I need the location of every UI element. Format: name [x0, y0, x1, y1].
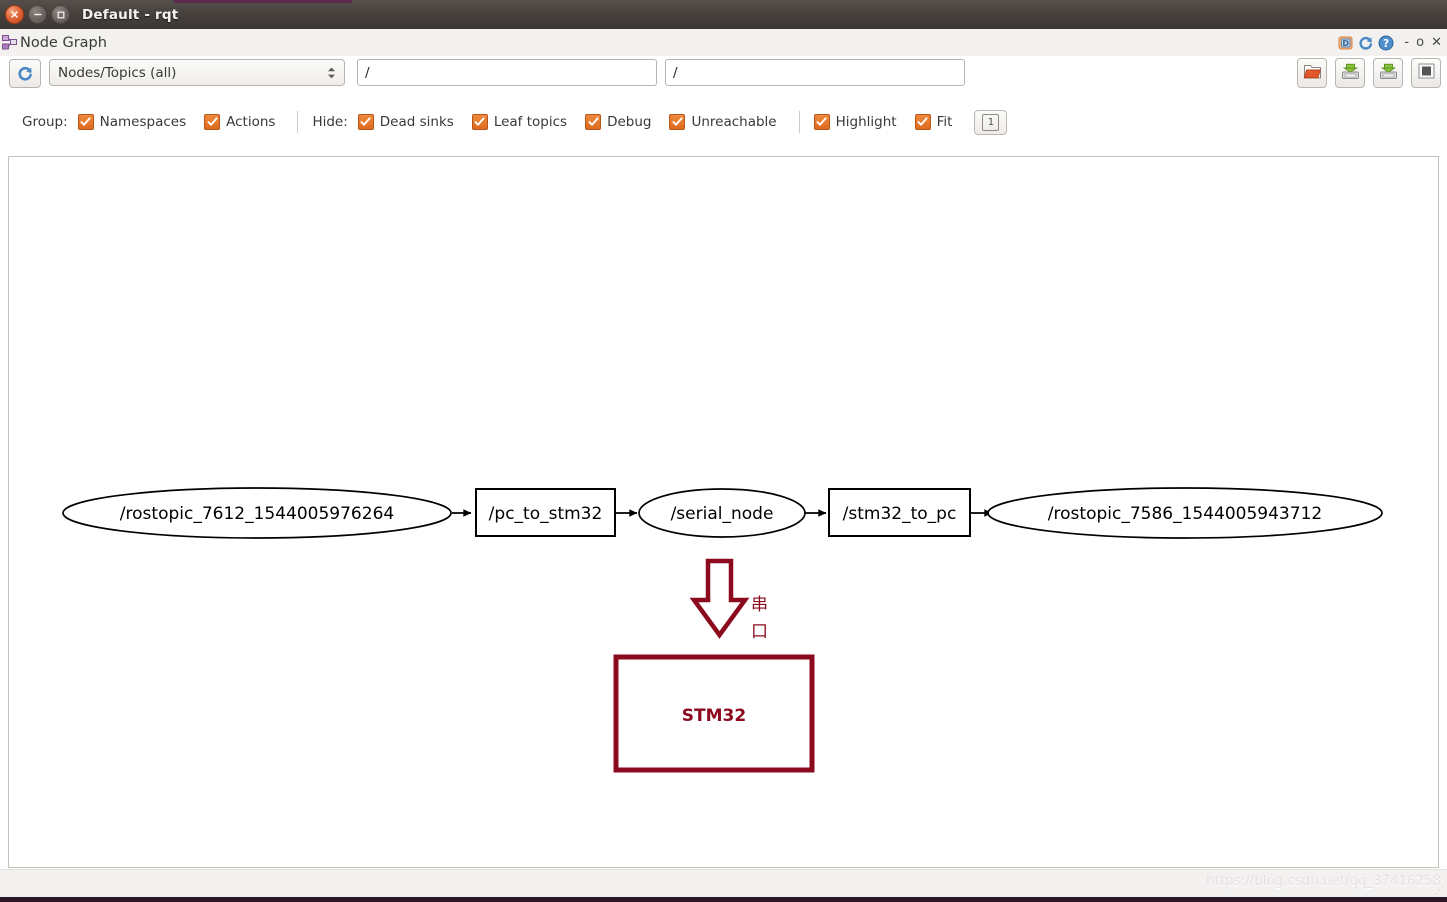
checkbox-dead-sinks[interactable]: Dead sinks: [357, 114, 454, 130]
checkbox-debug-label: Debug: [607, 114, 652, 130]
refresh-graph-button[interactable]: [9, 59, 41, 88]
checkbox-fit-label: Fit: [936, 114, 953, 130]
node-graph-canvas[interactable]: /rostopic_7612_1544005976264 /pc_to_stm3…: [8, 156, 1439, 868]
dock-system-buttons: - o ✕: [1404, 35, 1442, 50]
serial-port-label-line-2: 口: [751, 622, 768, 642]
topic-filter-input[interactable]: /: [665, 59, 965, 86]
graph-node-rostopic-pub[interactable]: /rostopic_7612_1544005976264: [62, 487, 452, 539]
checkbox-actions[interactable]: Actions: [204, 114, 275, 130]
checkbox-leaf-topics[interactable]: Leaf topics: [471, 114, 568, 130]
load-dot-button[interactable]: [1297, 58, 1327, 88]
hide-label: Hide:: [312, 114, 348, 130]
dock-buttons: D ? - o ✕: [1337, 29, 1444, 56]
desktop-bottom-bar: [0, 897, 1447, 902]
dock-maximize-button[interactable]: o: [1416, 35, 1424, 50]
open-folder-icon: [1303, 63, 1322, 84]
node-graph-icon: [1, 34, 18, 51]
window-close-button[interactable]: [5, 5, 24, 24]
dock-title-group: Node Graph: [1, 34, 107, 51]
serial-port-label-line-1: 串: [751, 595, 768, 615]
dock-widget-titlebar: Node Graph D ? - o ✕: [0, 29, 1447, 56]
watermark-text: https://blog.csdn.net/qq_37416258: [1206, 874, 1441, 889]
save-dot-icon: [1341, 63, 1360, 84]
window-minimize-button[interactable]: [28, 5, 47, 24]
graph-node-label: /stm32_to_pc: [843, 504, 957, 524]
square-stop-icon: [1418, 63, 1435, 83]
stm32-device-box: STM32: [613, 654, 815, 773]
checkbox-unreachable-label: Unreachable: [691, 114, 777, 130]
save-dot-button[interactable]: [1335, 58, 1365, 88]
checkbox-actions-label: Actions: [226, 114, 276, 130]
checkbox-checked-icon: [585, 114, 602, 130]
checkbox-highlight-label: Highlight: [835, 114, 897, 130]
checkbox-checked-icon: [813, 114, 830, 130]
svg-text:?: ?: [1383, 37, 1389, 49]
stm32-device-label: STM32: [682, 706, 746, 726]
zoom-reset-label: 1: [982, 113, 1000, 131]
checkbox-namespaces[interactable]: Namespaces: [77, 114, 187, 130]
checkbox-unreachable[interactable]: Unreachable: [669, 114, 777, 130]
group-label: Group:: [22, 114, 68, 130]
window-title: Default - rqt: [82, 6, 179, 23]
graph-mode-combobox[interactable]: Nodes/Topics (all): [49, 59, 345, 86]
window-titlebar: Default - rqt: [0, 0, 1447, 29]
checkbox-leaf-topics-label: Leaf topics: [493, 114, 568, 130]
graph-node-pc-to-stm32[interactable]: /pc_to_stm32: [475, 488, 616, 537]
checkbox-checked-icon: [669, 114, 686, 130]
namespace-filter-input[interactable]: /: [357, 59, 657, 86]
checkbox-checked-icon: [914, 114, 931, 130]
window-maximize-button[interactable]: [51, 5, 70, 24]
dock-help-icon[interactable]: ?: [1377, 34, 1394, 51]
serial-port-arrow: [689, 558, 750, 639]
graph-node-rostopic-sub[interactable]: /rostopic_7586_1544005943712: [987, 487, 1383, 539]
filter-divider-1: [297, 111, 299, 133]
checkbox-checked-icon: [77, 114, 94, 130]
graph-node-label: /pc_to_stm32: [489, 504, 603, 524]
graph-node-label: /rostopic_7586_1544005943712: [1048, 504, 1322, 524]
dock-close-button[interactable]: ✕: [1431, 35, 1442, 50]
checkbox-checked-icon: [204, 114, 221, 130]
filter-divider-2: [798, 111, 800, 133]
dock-minimize-button[interactable]: -: [1404, 35, 1409, 50]
toolbar-action-buttons: [1297, 58, 1441, 88]
checkbox-debug[interactable]: Debug: [585, 114, 651, 130]
serial-port-annotation-label: 串 口: [751, 595, 768, 642]
window-controls: [5, 5, 70, 24]
checkbox-checked-icon: [357, 114, 374, 130]
checkbox-dead-sinks-label: Dead sinks: [379, 114, 454, 130]
checkbox-fit[interactable]: Fit: [914, 114, 953, 130]
dock-detach-icon[interactable]: D: [1337, 34, 1354, 51]
checkbox-highlight[interactable]: Highlight: [813, 114, 897, 130]
graph-mode-value: Nodes/Topics (all): [58, 64, 177, 81]
graph-node-serial-node[interactable]: /serial_node: [638, 488, 806, 538]
checkbox-checked-icon: [471, 114, 488, 130]
save-image-icon: [1379, 63, 1398, 84]
svg-text:D: D: [1342, 39, 1349, 48]
graph-svg: /rostopic_7612_1544005976264 /pc_to_stm3…: [62, 487, 1383, 773]
checkbox-namespaces-label: Namespaces: [99, 114, 187, 130]
dock-title-label: Node Graph: [20, 34, 107, 51]
filter-options-row: Group: Namespaces Actions Hide: Dead sin…: [0, 108, 1447, 136]
dock-refresh-icon[interactable]: [1357, 34, 1374, 51]
save-image-button[interactable]: [1373, 58, 1403, 88]
graph-node-label: /serial_node: [671, 504, 774, 524]
zoom-reset-button[interactable]: 1: [974, 109, 1008, 135]
stop-button[interactable]: [1411, 58, 1441, 88]
graph-toolbar: Nodes/Topics (all) / /: [0, 56, 1447, 90]
resize-grip[interactable]: ⋰: [1435, 886, 1444, 896]
combobox-spinner-icon: [327, 67, 336, 79]
titlebar-accent: [174, 0, 352, 3]
graph-node-stm32-to-pc[interactable]: /stm32_to_pc: [828, 488, 971, 537]
graph-node-label: /rostopic_7612_1544005976264: [120, 504, 394, 524]
